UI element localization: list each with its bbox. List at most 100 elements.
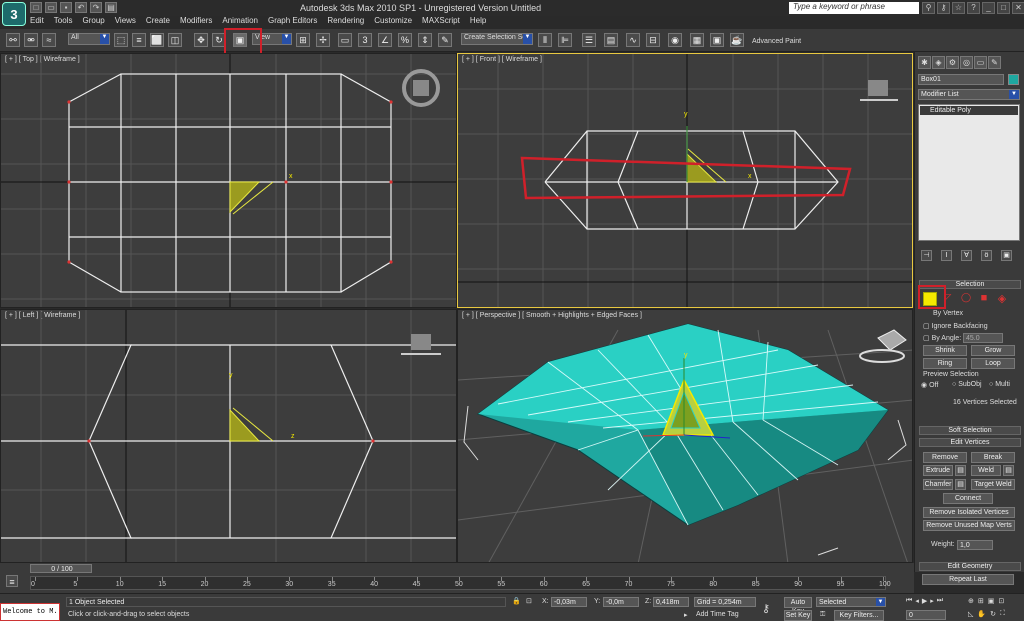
weld-button[interactable]: Weld [971,465,1001,476]
curve-editor-icon[interactable]: ∿ [626,33,640,47]
add-time-tag[interactable]: Add Time Tag [696,611,739,618]
play-icon[interactable]: ▶ [922,597,927,605]
target-weld-button[interactable]: Target Weld [971,479,1015,490]
close-button[interactable]: ✕ [1012,2,1024,14]
loop-button[interactable]: Loop [971,358,1015,369]
preview-multi-radio[interactable]: ○ Multi [989,381,1010,388]
zoom-all-icon[interactable]: ⊞ [978,597,984,605]
previous-frame-icon[interactable]: ◂ [915,597,919,605]
render-setup-icon[interactable]: ▦ [690,33,704,47]
lock-icon[interactable]: 🔒 [512,597,521,605]
modifier-list-dropdown[interactable]: Modifier List ▼ [918,89,1020,100]
orbit-icon[interactable]: ↻ [990,610,996,618]
viewport-left[interactable]: [ + ] [ Left ] [ Wireframe ] y z [0,309,457,563]
menu-help[interactable]: Help [470,16,486,28]
y-coord-field[interactable]: -0,0m [603,597,639,607]
modifier-stack-item[interactable]: Editable Poly [920,106,1018,115]
zoom-icon[interactable]: ⊕ [968,597,974,605]
save-file-icon[interactable]: ▪ [60,2,72,13]
track-bar[interactable]: 0 5 10 15 20 25 30 35 40 45 50 55 60 65 70 75 80 85 90 95 10… [30,576,891,590]
chamfer-settings-icon[interactable]: ▤ [955,479,966,490]
key-filter-dropdown[interactable]: Selected ▼ [816,597,886,607]
material-editor-icon[interactable]: ◉ [668,33,682,47]
key-mode-icon[interactable]: ⚷ [762,602,770,615]
ignore-backfacing-checkbox[interactable]: ▢ Ignore Backfacing [923,322,988,330]
select-manipulate-icon[interactable]: ✢ [316,33,330,47]
soft-selection-rollout-header[interactable]: Soft Selection [919,426,1021,435]
border-subobject-icon[interactable]: ◯ [959,292,973,306]
bind-space-warp-icon[interactable]: ≈ [42,33,56,47]
z-coord-field[interactable]: 0,418m [653,597,689,607]
remove-isolated-vertices-button[interactable]: Remove Isolated Vertices [923,507,1015,518]
selection-filter-dropdown[interactable]: All ▼ [68,33,110,45]
menu-animation[interactable]: Animation [222,16,258,28]
pivot-center-icon[interactable]: ⊞ [296,33,310,47]
move-icon[interactable]: ✥ [194,33,208,47]
window-crossing-icon[interactable]: ◫ [168,33,182,47]
percent-snap-icon[interactable]: % [398,33,412,47]
object-color-swatch[interactable] [1008,74,1019,85]
weight-spinner[interactable]: 1,0 [957,540,993,550]
by-vertex-label[interactable]: By Vertex [933,310,963,317]
maximize-viewport-icon[interactable]: ⛶ [1000,610,1005,618]
angle-snap-icon[interactable]: ∠ [378,33,392,47]
edit-vertices-rollout-header[interactable]: Edit Vertices [919,438,1021,447]
go-to-end-icon[interactable]: ⏭ [937,597,943,605]
schematic-view-icon[interactable]: ⊟ [646,33,660,47]
repeat-last-button[interactable]: Repeat Last [922,574,1014,585]
menu-rendering[interactable]: Rendering [327,16,364,28]
preview-subobj-radio[interactable]: ○ SubObj [952,381,982,388]
polygon-subobject-icon[interactable]: ■ [977,292,991,306]
mirror-icon[interactable]: ⫴ [538,33,552,47]
app-logo-icon[interactable]: 3 [2,2,26,26]
display-tab-icon[interactable]: ▭ [974,56,987,69]
connect-button[interactable]: Connect [943,493,993,504]
search-input[interactable]: Type a keyword or phrase [789,2,919,14]
remove-unused-map-verts-button[interactable]: Remove Unused Map Verts [923,520,1015,531]
menu-maxscript[interactable]: MAXScript [422,16,460,28]
go-to-start-icon[interactable]: ⏮ [906,597,912,605]
time-slider[interactable]: 0 / 100 [30,564,92,573]
align-icon[interactable]: ⊫ [558,33,572,47]
viewport-front[interactable]: [ + ] [ Front ] [ Wireframe ] y x [457,53,913,308]
help-icon[interactable]: ? [967,2,980,14]
keyboard-shortcut-icon[interactable]: ▭ [338,33,352,47]
auto-key-button[interactable]: Auto Key [784,597,812,615]
modify-tab-icon[interactable]: ◈ [932,56,945,69]
weld-settings-icon[interactable]: ▤ [1003,465,1014,476]
extrude-button[interactable]: Extrude [923,465,953,476]
make-unique-icon[interactable]: ∀ [961,250,972,261]
rect-selection-icon[interactable]: ⬜ [150,33,164,47]
remove-modifier-icon[interactable]: ö [981,250,992,261]
binoculars-icon[interactable]: ⚲ [922,2,935,14]
motion-tab-icon[interactable]: ◎ [960,56,973,69]
advanced-paint-label[interactable]: Advanced Paint [752,38,801,45]
next-frame-icon[interactable]: ▸ [930,597,934,605]
utilities-tab-icon[interactable]: ✎ [988,56,1001,69]
redo-icon[interactable]: ↷ [90,2,102,13]
menu-tools[interactable]: Tools [54,16,73,28]
link-icon[interactable]: ⚯ [6,33,20,47]
menu-edit[interactable]: Edit [30,16,44,28]
mini-curve-editor-icon[interactable]: ≡ [6,575,18,587]
remove-button[interactable]: Remove [923,452,967,463]
ring-button[interactable]: Ring [923,358,967,369]
chamfer-button[interactable]: Chamfer [923,479,953,490]
select-object-icon[interactable]: ⬚ [114,33,128,47]
new-file-icon[interactable]: □ [30,2,42,13]
minimize-button[interactable]: _ [982,2,995,14]
grow-button[interactable]: Grow [971,345,1015,356]
undo-icon[interactable]: ↶ [75,2,87,13]
absolute-mode-icon[interactable]: ⊡ [526,597,532,605]
pan-icon[interactable]: ✋ [977,610,986,618]
named-selection-sets-dropdown[interactable]: Create Selection Se ▼ [461,33,533,45]
rendered-frame-icon[interactable]: ▣ [710,33,724,47]
pin-stack-icon[interactable]: ⊣ [921,250,932,261]
graphite-ribbon-icon[interactable]: ▤ [604,33,618,47]
x-coord-field[interactable]: -0,03m [551,597,587,607]
maximize-button[interactable]: □ [997,2,1010,14]
menu-views[interactable]: Views [115,16,136,28]
shrink-button[interactable]: Shrink [923,345,967,356]
maxscript-listener[interactable]: Welcome to M. [0,603,60,621]
menu-graph-editors[interactable]: Graph Editors [268,16,317,28]
